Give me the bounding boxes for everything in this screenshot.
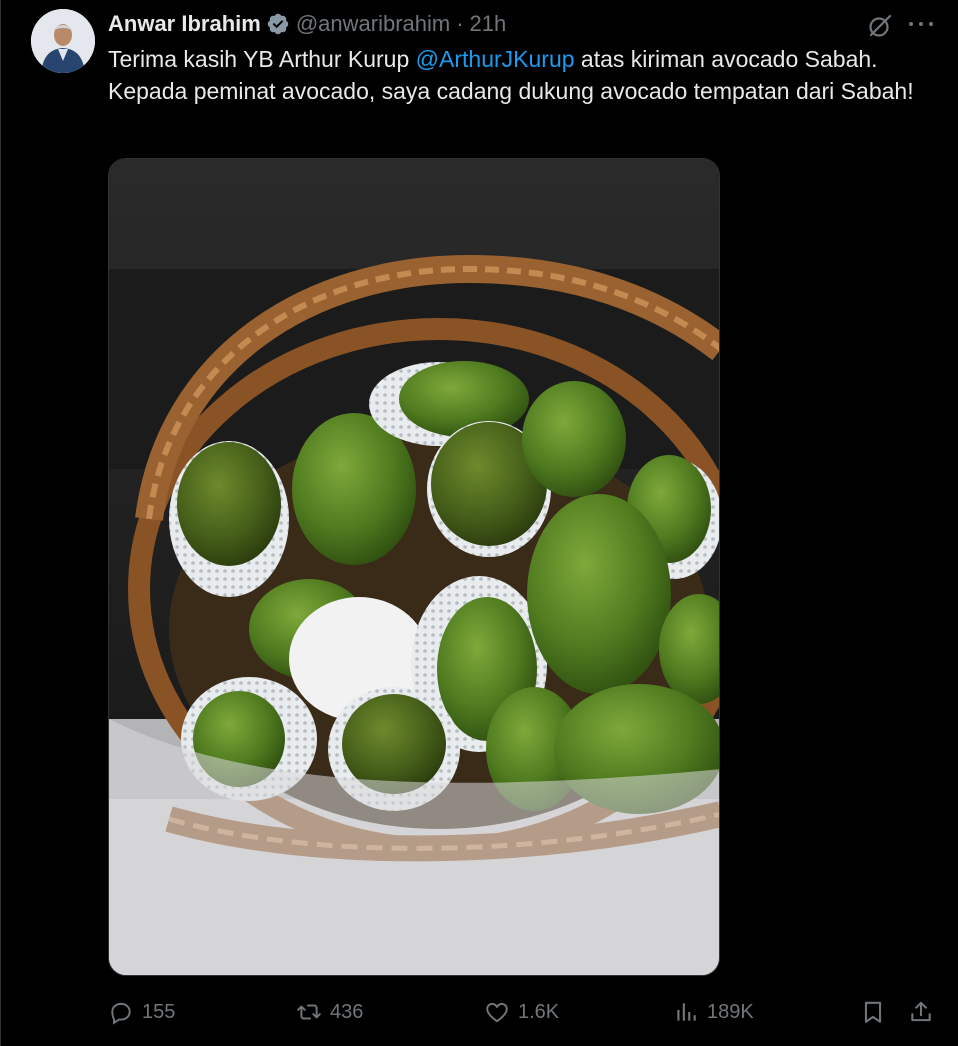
more-dot [919,22,923,26]
tweet-header: Anwar Ibrahim @anwaribrahim · 21h [108,10,506,38]
repost-icon [297,1004,321,1020]
like-button[interactable]: 1.6K [484,994,559,1030]
views-button[interactable]: 189K [673,994,754,1030]
more-dot [929,22,933,26]
reply-button[interactable]: 155 [108,994,175,1030]
more-icon[interactable] [907,12,935,36]
bookmark-icon [864,1001,882,1023]
avatar[interactable] [31,9,95,73]
mention-link[interactable]: @ArthurJKurup [416,46,575,72]
views-icon [677,1003,696,1021]
views-count: 189K [707,1000,754,1023]
more-dot [909,22,913,26]
separator: · [456,11,464,36]
timestamp[interactable]: 21h [470,11,507,37]
tweet-text-start: Terima kasih YB Arthur Kurup [108,46,416,72]
tweet-text: Terima kasih YB Arthur Kurup @ArthurJKur… [108,43,938,107]
author-handle[interactable]: @anwaribrahim [296,11,450,37]
author-name[interactable]: Anwar Ibrahim [108,11,261,37]
grok-icon[interactable] [867,13,893,39]
tweet-actions: 155 436 1.6K 189K [108,994,938,1030]
tweet-photo[interactable] [108,158,720,976]
share-button[interactable] [908,994,934,1030]
like-count: 1.6K [518,1000,560,1023]
reply-count: 155 [142,1000,176,1023]
tweet[interactable]: Anwar Ibrahim @anwaribrahim · 21h Terima… [0,0,958,1046]
bookmark-button[interactable] [860,994,886,1030]
repost-button[interactable]: 436 [296,994,363,1030]
share-icon [911,1001,931,1022]
verified-badge-icon [267,13,289,35]
reply-icon [111,1002,131,1025]
heart-icon [486,1002,508,1023]
repost-count: 436 [330,1000,364,1023]
